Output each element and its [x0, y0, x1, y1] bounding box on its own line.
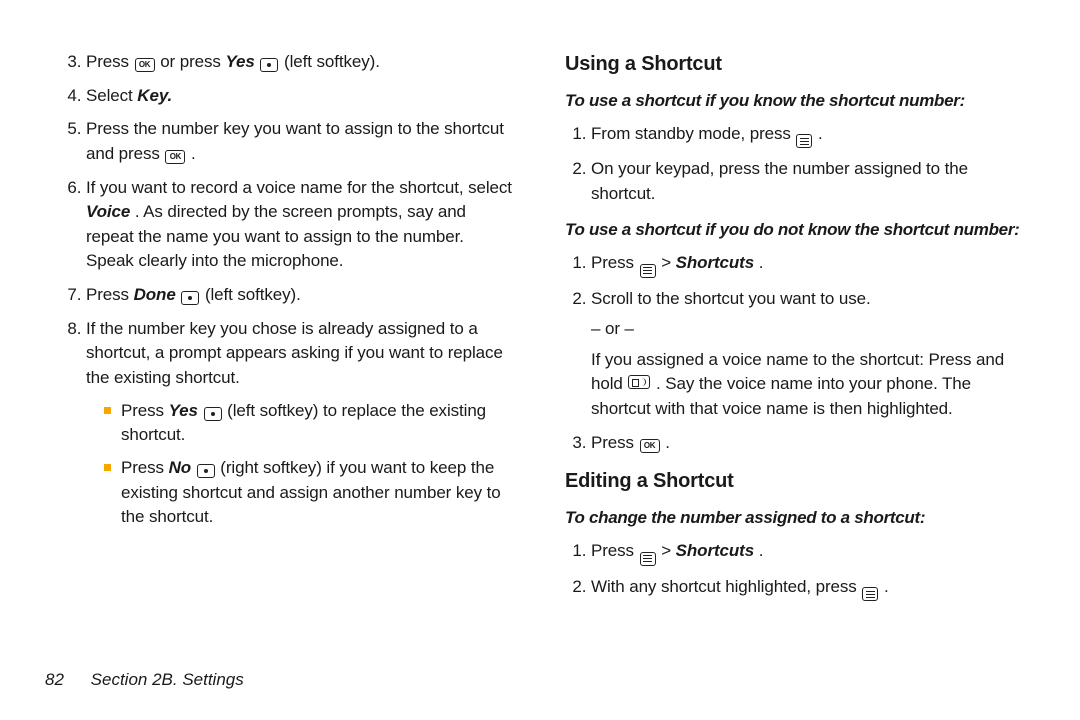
- menu-key-icon: [640, 552, 656, 566]
- shortcuts-label: Shortcuts: [676, 541, 754, 560]
- unknown-step-1: Press > Shortcuts .: [591, 251, 1020, 278]
- text: Press: [86, 285, 134, 304]
- gt: >: [661, 541, 675, 560]
- text: Press: [121, 458, 169, 477]
- text: Press: [591, 433, 639, 452]
- text: .: [759, 541, 764, 560]
- edit-step-2: With any shortcut highlighted, press .: [591, 575, 1020, 602]
- text: or press: [160, 52, 225, 71]
- square-bullet-icon: [104, 407, 111, 414]
- heading-using-shortcut: Using a Shortcut: [565, 50, 1020, 79]
- text: If the number key you chose is already a…: [86, 319, 503, 387]
- softkey-dot-icon: [260, 58, 278, 72]
- sub-bullets: Press Yes (left softkey) to replace the …: [86, 399, 515, 530]
- yes-label: Yes: [169, 401, 198, 420]
- no-label: No: [169, 458, 191, 477]
- text: Press: [591, 541, 639, 560]
- subhead-known-number: To use a shortcut if you know the shortc…: [565, 89, 1020, 114]
- square-bullet-icon: [104, 464, 111, 471]
- or-divider: – or –: [591, 317, 1020, 342]
- text: With any shortcut highlighted, press: [591, 577, 861, 596]
- shortcuts-label: Shortcuts: [676, 253, 754, 272]
- text: (left softkey).: [205, 285, 301, 304]
- page-footer: 82 Section 2B. Settings: [45, 670, 244, 690]
- sub-bullet-no: Press No (right softkey) if you want to …: [104, 456, 515, 530]
- step-7: Press Done (left softkey).: [86, 283, 515, 308]
- menu-key-icon: [640, 264, 656, 278]
- section-title: Section 2B. Settings: [91, 670, 244, 689]
- text: Press: [86, 52, 134, 71]
- manual-page: Press OK or press Yes (left softkey). Se…: [0, 0, 1080, 720]
- steps-known: From standby mode, press . On your keypa…: [565, 122, 1020, 207]
- text: From standby mode, press: [591, 124, 795, 143]
- step-8: If the number key you chose is already a…: [86, 317, 515, 530]
- text: .: [818, 124, 823, 143]
- sub-text: Press No (right softkey) if you want to …: [121, 456, 515, 530]
- yes-label: Yes: [225, 52, 254, 71]
- text: Press: [591, 253, 639, 272]
- text: .: [191, 144, 196, 163]
- text: .: [665, 433, 670, 452]
- text: (left softkey).: [284, 52, 380, 71]
- ok-key-icon: OK: [165, 150, 185, 164]
- softkey-dot-icon: [204, 407, 222, 421]
- text: Press: [121, 401, 169, 420]
- menu-key-icon: [862, 587, 878, 601]
- step-3: Press OK or press Yes (left softkey).: [86, 50, 515, 75]
- sub-bullet-yes: Press Yes (left softkey) to replace the …: [104, 399, 515, 448]
- text: Press the number key you want to assign …: [86, 119, 504, 163]
- heading-editing-shortcut: Editing a Shortcut: [565, 467, 1020, 496]
- steps-unknown: Press > Shortcuts . Scroll to the shortc…: [565, 251, 1020, 455]
- step-5: Press the number key you want to assign …: [86, 117, 515, 166]
- step-4: Select Key.: [86, 84, 515, 109]
- voice-label: Voice: [86, 202, 130, 221]
- text: Scroll to the shortcut you want to use.: [591, 289, 871, 308]
- text: .: [759, 253, 764, 272]
- text: .: [884, 577, 889, 596]
- ok-key-icon: OK: [640, 439, 660, 453]
- gt: >: [661, 253, 675, 272]
- unknown-step-2: Scroll to the shortcut you want to use. …: [591, 287, 1020, 422]
- speaker-key-icon: [628, 375, 650, 389]
- sub-text: Press Yes (left softkey) to replace the …: [121, 399, 515, 448]
- steps-edit: Press > Shortcuts . With any shortcut hi…: [565, 539, 1020, 601]
- two-column-layout: Press OK or press Yes (left softkey). Se…: [60, 50, 1020, 650]
- known-step-2: On your keypad, press the number assigne…: [591, 157, 1020, 206]
- subhead-unknown-number: To use a shortcut if you do not know the…: [565, 218, 1020, 243]
- edit-step-1: Press > Shortcuts .: [591, 539, 1020, 566]
- left-column: Press OK or press Yes (left softkey). Se…: [60, 50, 515, 650]
- softkey-dot-icon: [197, 464, 215, 478]
- softkey-dot-icon: [181, 291, 199, 305]
- page-number: 82: [45, 670, 64, 689]
- done-label: Done: [134, 285, 176, 304]
- right-column: Using a Shortcut To use a shortcut if yo…: [565, 50, 1020, 650]
- text: If you want to record a voice name for t…: [86, 178, 512, 197]
- steps-list-continued: Press OK or press Yes (left softkey). Se…: [60, 50, 515, 530]
- step-6: If you want to record a voice name for t…: [86, 176, 515, 275]
- text: Select: [86, 86, 137, 105]
- ok-key-icon: OK: [135, 58, 155, 72]
- known-step-1: From standby mode, press .: [591, 122, 1020, 149]
- menu-key-icon: [796, 134, 812, 148]
- text: . As directed by the screen prompts, say…: [86, 202, 466, 270]
- unknown-step-3: Press OK .: [591, 431, 1020, 456]
- key-label: Key.: [137, 86, 172, 105]
- subhead-change-number: To change the number assigned to a short…: [565, 506, 1020, 531]
